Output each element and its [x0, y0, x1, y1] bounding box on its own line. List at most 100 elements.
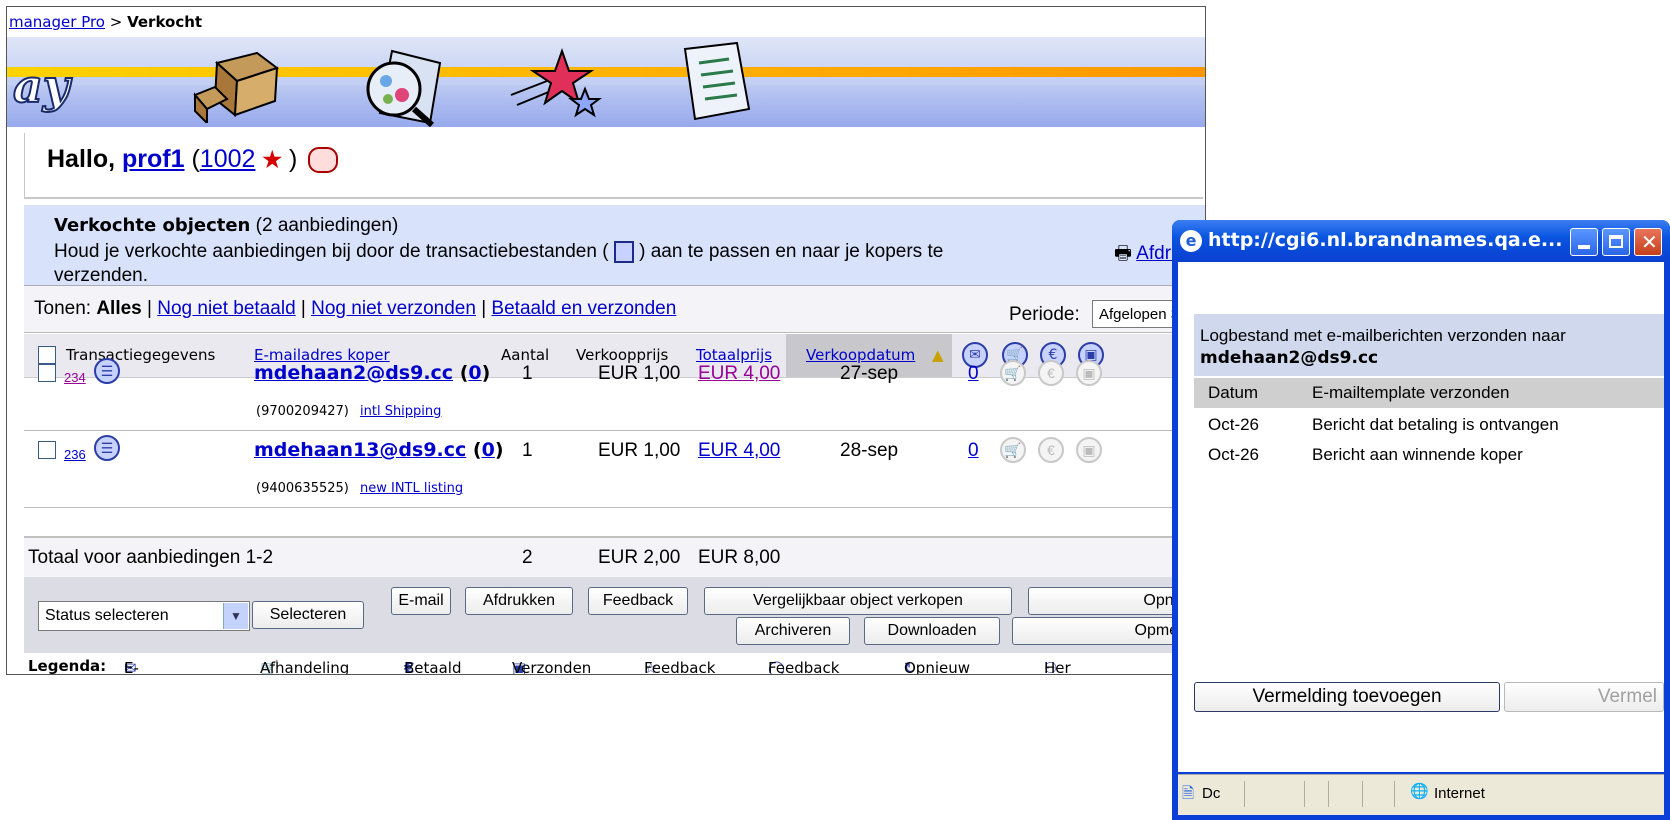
col-log-date: Datum: [1208, 383, 1259, 402]
email-count-link[interactable]: 0: [968, 440, 979, 462]
minimize-button[interactable]: [1570, 228, 1598, 256]
close-button[interactable]: ✕: [1634, 228, 1662, 256]
user-link[interactable]: prof1: [122, 145, 185, 173]
action-bar: Status selecteren ▼ Selecteren E-mail Afd…: [24, 577, 1205, 653]
totals-label: Totaal voor aanbiedingen 1-2: [28, 547, 274, 568]
legend-paid: Betaald: [404, 659, 462, 675]
buyer-feedback-link[interactable]: 0: [482, 439, 495, 461]
totals-total: EUR 8,00: [698, 547, 781, 568]
legend: Legenda: ✉ E-mail 🛒 Afhandeling € Betaal…: [24, 655, 1205, 675]
log-row: Oct-26 Bericht dat betaling is ontvangen: [1194, 410, 1664, 440]
log-date: Oct-26: [1208, 415, 1260, 434]
globe-icon: 🌐: [1410, 783, 1429, 800]
listing-count: (2 aanbiedingen): [255, 215, 399, 236]
note-button[interactable]: Opmerki: [1012, 617, 1198, 645]
filter-paid-shipped[interactable]: Betaald en verzonden: [491, 298, 676, 319]
row-checkbox[interactable]: [38, 441, 56, 459]
log-template: Bericht dat betaling is ontvangen: [1312, 415, 1559, 434]
email-count-link[interactable]: 0: [968, 363, 979, 385]
sale-date: 28-sep: [840, 440, 899, 461]
checkout-icon[interactable]: 🛒: [1000, 360, 1026, 386]
checkout-icon[interactable]: 🛒: [1000, 437, 1026, 463]
legend-email: E-mail: [124, 659, 139, 675]
scroll-icon[interactable]: [667, 39, 767, 125]
ie-icon: e: [1180, 230, 1202, 252]
table-row: 236 ☰ mdehaan13@ds9.cc (0) 1 EUR 1,00 EU…: [24, 429, 1205, 471]
item-info: (9700209427) intl Shipping: [24, 394, 1205, 431]
buyer-email-link[interactable]: mdehaan2@ds9.cc: [254, 362, 453, 384]
page-icon: 🗎: [1182, 785, 1195, 802]
legend-feedback-received: Feedback: [768, 659, 840, 675]
add-entry-button[interactable]: Vermelding toevoegen: [1194, 682, 1500, 712]
archive-button[interactable]: Archiveren: [736, 617, 850, 645]
feedback-score-link[interactable]: 1002: [200, 145, 256, 173]
buyer-email-link[interactable]: mdehaan13@ds9.cc: [254, 439, 466, 461]
log-header: Logbestand met e-mailberichten verzonden…: [1194, 314, 1664, 376]
filter-not-shipped[interactable]: Nog niet verzonden: [311, 298, 476, 319]
legend-feedback-left: Feedback: [644, 659, 716, 675]
popup-title-bar[interactable]: e http://cgi6.nl.brandnames.qa.e... ✕: [1172, 220, 1670, 262]
log-header-text: Logbestand met e-mailberichten verzonden…: [1200, 326, 1566, 345]
star-icon[interactable]: [507, 45, 607, 125]
boxes-icon[interactable]: [187, 43, 287, 123]
log-template: Bericht aan winnende koper: [1312, 445, 1523, 464]
item-number: (9700209427): [256, 404, 349, 419]
maximize-button[interactable]: [1602, 228, 1630, 256]
filter-not-paid[interactable]: Nog niet betaald: [157, 298, 295, 319]
select-button[interactable]: Selecteren: [252, 601, 364, 629]
log-row: Oct-26 Bericht aan winnende koper: [1194, 440, 1664, 470]
log-recipient: mdehaan2@ds9.cc: [1200, 348, 1379, 368]
transaction-id-link[interactable]: 236: [64, 447, 86, 462]
legend-other: Her: [1044, 659, 1071, 675]
popup-content: Logbestand met e-mailberichten verzonden…: [1178, 262, 1664, 772]
transaction-file-icon[interactable]: ☰: [94, 358, 120, 384]
filter-bar: Tonen: Alles | Nog niet betaald | Nog ni…: [24, 286, 1205, 333]
total-price-link[interactable]: EUR 4,00: [698, 440, 780, 462]
col-log-template: E-mailtemplate verzonden: [1312, 383, 1510, 402]
paid-icon[interactable]: €: [1038, 360, 1064, 386]
legend-label: Legenda:: [28, 657, 107, 675]
row-checkbox[interactable]: [38, 364, 56, 382]
status-text: Dc: [1202, 785, 1221, 802]
item-info: (9400635525) new INTL listing: [24, 471, 1205, 508]
section-description: Houd je verkochte aanbiedingen bij door …: [54, 240, 944, 286]
legend-shipped: Verzonden: [512, 659, 592, 675]
shipped-icon[interactable]: ▣: [1076, 437, 1102, 463]
breadcrumb-link[interactable]: manager Pro: [9, 13, 105, 31]
paid-icon[interactable]: €: [1038, 437, 1064, 463]
status-select[interactable]: Status selecteren ▼: [38, 601, 250, 631]
chevron-down-icon: ▼: [223, 603, 248, 629]
buyer-feedback-link[interactable]: 0: [468, 362, 481, 384]
filter-all[interactable]: Alles: [96, 298, 141, 319]
item-number: (9400635525): [256, 481, 349, 496]
table-row: 234 ☰ mdehaan2@ds9.cc (0) 1 EUR 1,00 EUR…: [24, 352, 1205, 394]
period-label: Periode:: [1009, 304, 1080, 325]
greeting-panel: Hallo, prof1 (1002 ★ ): [24, 133, 1203, 199]
me-icon[interactable]: [308, 147, 339, 174]
download-button[interactable]: Downloaden: [864, 617, 1000, 645]
print-button[interactable]: Afdrukken: [465, 587, 573, 615]
item-title-link[interactable]: new INTL listing: [360, 481, 463, 496]
shipped-icon[interactable]: ▣: [1076, 360, 1102, 386]
breadcrumb-separator: >: [104, 13, 128, 31]
breadcrumb-current: Verkocht: [127, 13, 203, 31]
transaction-file-icon[interactable]: ☰: [94, 435, 120, 461]
sale-price: EUR 1,00: [598, 440, 681, 461]
total-price-link[interactable]: EUR 4,00: [698, 363, 780, 385]
legend-checkout: Afhandeling: [260, 659, 350, 675]
section-title: Verkochte objecten: [54, 215, 251, 236]
browse-icon[interactable]: [352, 43, 452, 127]
totals-qty: 2: [522, 547, 533, 568]
sell-similar-button[interactable]: Vergelijkbaar object verkopen: [704, 587, 1012, 615]
transaction-id-link[interactable]: 234: [64, 370, 86, 385]
greeting: Hallo, prof1 (1002 ★ ): [47, 145, 339, 174]
zone-text: Internet: [1434, 785, 1485, 802]
qty: 1: [522, 363, 533, 384]
logo: ay: [12, 58, 71, 114]
sold-items-info: Verkochte objecten (2 aanbiedingen) Houd…: [24, 205, 1205, 286]
email-button[interactable]: E-mail: [391, 587, 451, 615]
feedback-button[interactable]: Feedback: [588, 587, 688, 615]
main-window: manager Pro > Verkocht ay Hallo, prof1 (…: [6, 6, 1206, 675]
item-title-link[interactable]: intl Shipping: [360, 404, 441, 419]
qty: 1: [522, 440, 533, 461]
